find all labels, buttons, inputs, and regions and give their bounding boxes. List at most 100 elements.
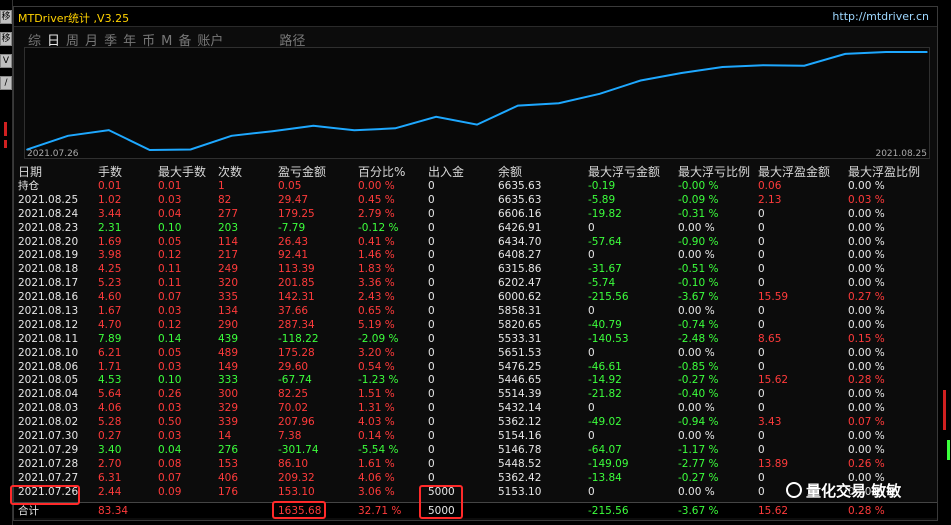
cell-mfp: 0	[758, 430, 765, 443]
title-bar[interactable]: MTDriver统计 ,V3.25 http://mtdriver.cn	[14, 7, 937, 27]
cell-bal: 6202.47	[498, 277, 542, 290]
chart-start-date: 2021.07.26	[27, 149, 79, 159]
cell-count: 489	[218, 346, 239, 359]
cell-io: 0	[428, 332, 435, 345]
table-row[interactable]: 2021.08.10 6.21 0.05 489 175.28 3.20 % 0 5651.5…	[14, 347, 937, 361]
total-mfl: -215.56	[588, 505, 629, 517]
column-header[interactable]: 最大浮盈金额	[758, 164, 830, 180]
table-row[interactable]: 2021.08.18 4.25 0.11 249 113.39 1.83 % 0 6315.8…	[14, 263, 937, 277]
cell-pnl: 287.34	[278, 318, 315, 331]
cell-pnl: -118.22	[278, 332, 319, 345]
side-button-4[interactable]: /	[0, 76, 12, 90]
side-button-1[interactable]: 移	[0, 10, 12, 24]
column-header[interactable]: 百分比%	[358, 164, 405, 180]
candle-mark	[4, 140, 7, 148]
equity-point	[803, 64, 806, 67]
cell-pct: 0.54 %	[358, 360, 395, 373]
website-link[interactable]: http://mtdriver.cn	[832, 10, 929, 23]
cell-io: 0	[428, 457, 435, 470]
table-row[interactable]: 2021.08.20 1.69 0.05 114 26.43 0.41 % 0 6434.70…	[14, 236, 937, 250]
cell-io: 0	[428, 430, 435, 443]
cell-maxlots: 0.05	[158, 346, 182, 359]
total-lots: 83.34	[98, 505, 129, 517]
equity-point	[148, 149, 151, 151]
column-header[interactable]: 最大浮盈比例	[848, 164, 920, 180]
table-row[interactable]: 2021.08.11 7.89 0.14 439 -118.22 -2.09 % 0 5533…	[14, 333, 937, 347]
table-row[interactable]: 2021.08.13 1.67 0.03 134 37.66 0.65 % 0 5858.31…	[14, 305, 937, 319]
cell-pct: 2.43 %	[358, 291, 395, 304]
cell-mfl: -215.56	[588, 291, 629, 304]
table-row[interactable]: 2021.08.05 4.53 0.10 333 -67.74 -1.23 % 0 5446.…	[14, 374, 937, 388]
table-row[interactable]: 2021.07.30 0.27 0.03 14 7.38 0.14 % 0 5154.16 0 0…	[14, 430, 937, 444]
table-row[interactable]: 2021.08.19 3.98 0.12 217 92.41 1.46 % 0 6408.27…	[14, 249, 937, 263]
cell-pnl: 179.25	[278, 207, 315, 220]
chart-end-date: 2021.08.25	[875, 149, 927, 159]
table-row[interactable]: 2021.08.06 1.71 0.03 149 29.60 0.54 % 0 5476.25…	[14, 361, 937, 375]
cell-io: 0	[428, 388, 435, 401]
cell-io: 0	[428, 291, 435, 304]
cell-count: 276	[218, 443, 239, 456]
column-header[interactable]: 盈亏金额	[278, 164, 326, 180]
cell-pnl: -67.74	[278, 374, 312, 387]
cell-mfl: 0	[588, 402, 595, 415]
cell-pnl: 0.05	[278, 180, 302, 192]
table-row[interactable]: 2021.08.17 5.23 0.11 320 201.85 3.36 % 0 6202.4…	[14, 277, 937, 291]
column-header[interactable]: 最大浮亏金额	[588, 164, 660, 180]
cell-mflp: 0.00 %	[678, 485, 715, 498]
side-button-3[interactable]: V	[0, 54, 12, 68]
column-header[interactable]: 最大浮亏比例	[678, 164, 750, 180]
cell-bal: 5446.65	[498, 374, 542, 387]
cell-maxlots: 0.04	[158, 443, 182, 456]
cell-mfpp: 0.00 %	[848, 443, 885, 456]
table-row[interactable]: 2021.07.28 2.70 0.08 153 86.10 1.61 % 0 5448.52…	[14, 458, 937, 472]
cell-io: 0	[428, 346, 435, 359]
cell-mfl: 0	[588, 485, 595, 498]
column-header[interactable]: 出入金	[428, 164, 464, 180]
table-row[interactable]: 2021.08.04 5.64 0.26 300 82.25 1.51 % 0 5514.39…	[14, 388, 937, 402]
cell-mfpp: 0.28 %	[848, 374, 885, 387]
cell-mflp: -0.51 %	[678, 263, 719, 276]
cell-date: 2021.08.05	[18, 374, 79, 387]
table-row[interactable]: 2021.08.25 1.02 0.03 82 29.47 0.45 % 0 6635.63 -…	[14, 194, 937, 208]
equity-point	[844, 53, 846, 55]
cell-lots: 0.27	[98, 430, 122, 443]
cell-pnl: 113.39	[278, 263, 315, 276]
cell-mfp: 0	[758, 221, 765, 234]
cell-pct: 1.46 %	[358, 249, 395, 262]
table-row[interactable]: 2021.08.02 5.28 0.50 339 207.96 4.03 % 0 5362.1…	[14, 416, 937, 430]
table-row[interactable]: 2021.08.16 4.60 0.07 335 142.31 2.43 % 0 6000.6…	[14, 291, 937, 305]
equity-point	[67, 135, 69, 137]
cell-mfl: -140.53	[588, 332, 629, 345]
cell-bal: 6000.62	[498, 291, 542, 304]
column-header[interactable]: 最大手数	[158, 164, 206, 180]
side-button-2[interactable]: 移	[0, 32, 12, 46]
column-header[interactable]: 日期	[18, 164, 42, 180]
cell-pct: 3.20 %	[358, 346, 395, 359]
total-row: 合计 83.34 1635.68 32.71 % 5000 -215.56 -3.67 % 1…	[14, 502, 937, 518]
column-header[interactable]: 手数	[98, 164, 122, 180]
cell-maxlots: 0.14	[158, 332, 182, 345]
cell-pct: -2.09 %	[358, 332, 399, 345]
table-row[interactable]: 2021.08.23 2.31 0.10 203 -7.79 -0.12 % 0 6426.9…	[14, 222, 937, 236]
cell-mfl: -149.09	[588, 457, 629, 470]
cell-bal: 5651.53	[498, 346, 542, 359]
table-row[interactable]: 2021.08.03 4.06 0.03 329 70.02 1.31 % 0 5432.14…	[14, 402, 937, 416]
table-row[interactable]: 持仓 0.01 0.01 1 0.05 0.00 % 0 6635.63 -0.19 -0.00 …	[14, 180, 937, 194]
cell-lots: 3.40	[98, 443, 122, 456]
cell-mfl: -40.79	[588, 318, 622, 331]
cell-bal: 5432.14	[498, 402, 542, 415]
cell-mfpp: 0.00 %	[848, 402, 885, 415]
cell-maxlots: 0.09	[158, 485, 182, 498]
column-header[interactable]: 次数	[218, 164, 242, 180]
highlight-total-pnl-box	[272, 501, 326, 519]
table-row[interactable]: 2021.08.24 3.44 0.04 277 179.25 2.79 % 0 6606.1…	[14, 208, 937, 222]
cell-date: 2021.08.11	[18, 332, 79, 345]
cell-io: 0	[428, 360, 435, 373]
table-row[interactable]: 2021.08.12 4.70 0.12 290 287.34 5.19 % 0 5820.6…	[14, 319, 937, 333]
cell-bal: 5533.31	[498, 332, 542, 345]
table-row[interactable]: 2021.07.29 3.40 0.04 276 -301.74 -5.54 % 0 5146…	[14, 444, 937, 458]
column-header[interactable]: 余额	[498, 164, 522, 180]
cell-mfp: 0	[758, 388, 765, 401]
cell-pnl: 207.96	[278, 416, 315, 429]
cell-maxlots: 0.03	[158, 305, 182, 318]
